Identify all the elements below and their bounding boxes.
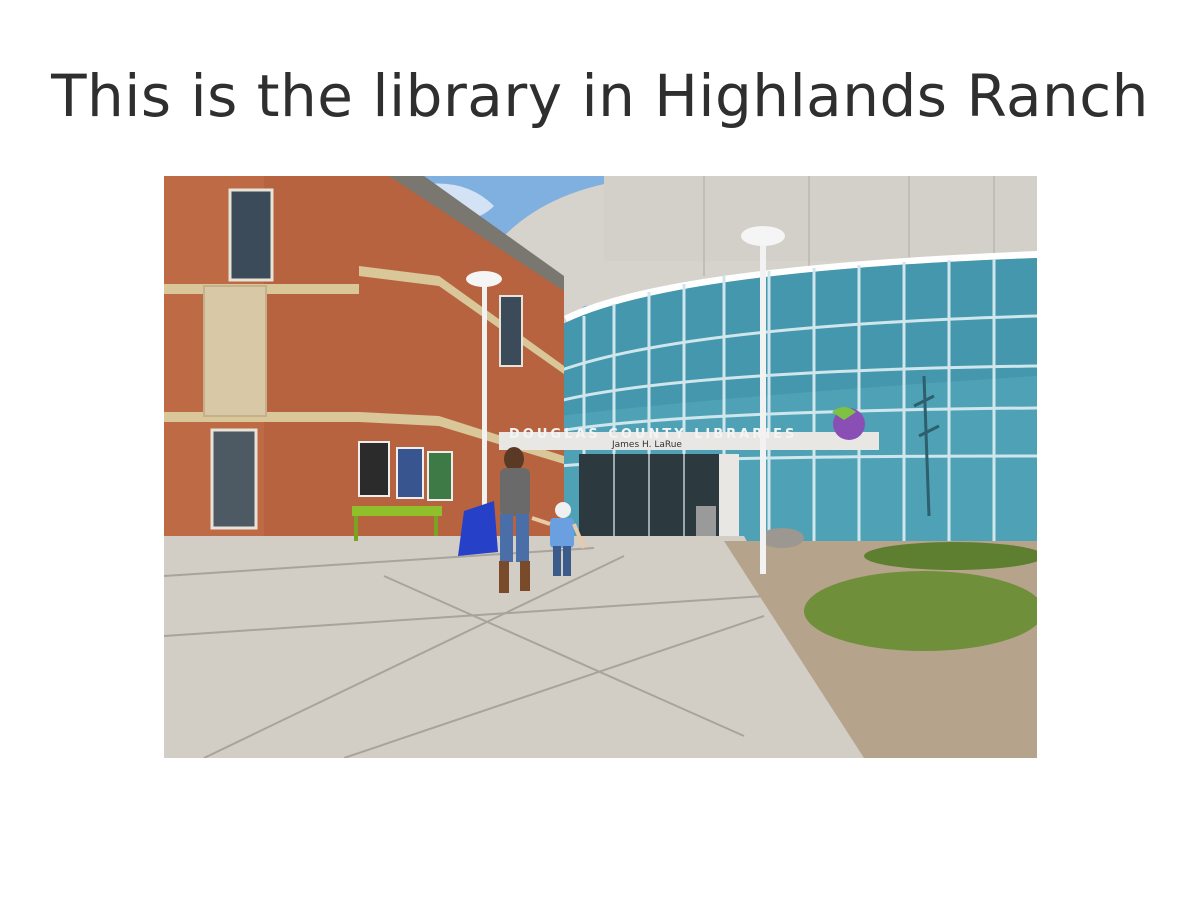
poster <box>427 451 453 501</box>
grass-patch <box>804 571 1037 651</box>
side-door <box>210 428 258 530</box>
lamp-post <box>760 246 766 574</box>
window-upper <box>228 188 274 282</box>
library-photo: DOUGLAS COUNTY LIBRARIES James H. LaRue <box>164 176 1037 758</box>
poster <box>358 441 390 497</box>
slide-title: This is the library in Highlands Ranch <box>51 62 1149 130</box>
lamp-post <box>482 286 487 516</box>
sign-sub: James H. LaRue <box>611 440 682 450</box>
poster <box>396 447 424 499</box>
green-bench <box>352 506 397 516</box>
